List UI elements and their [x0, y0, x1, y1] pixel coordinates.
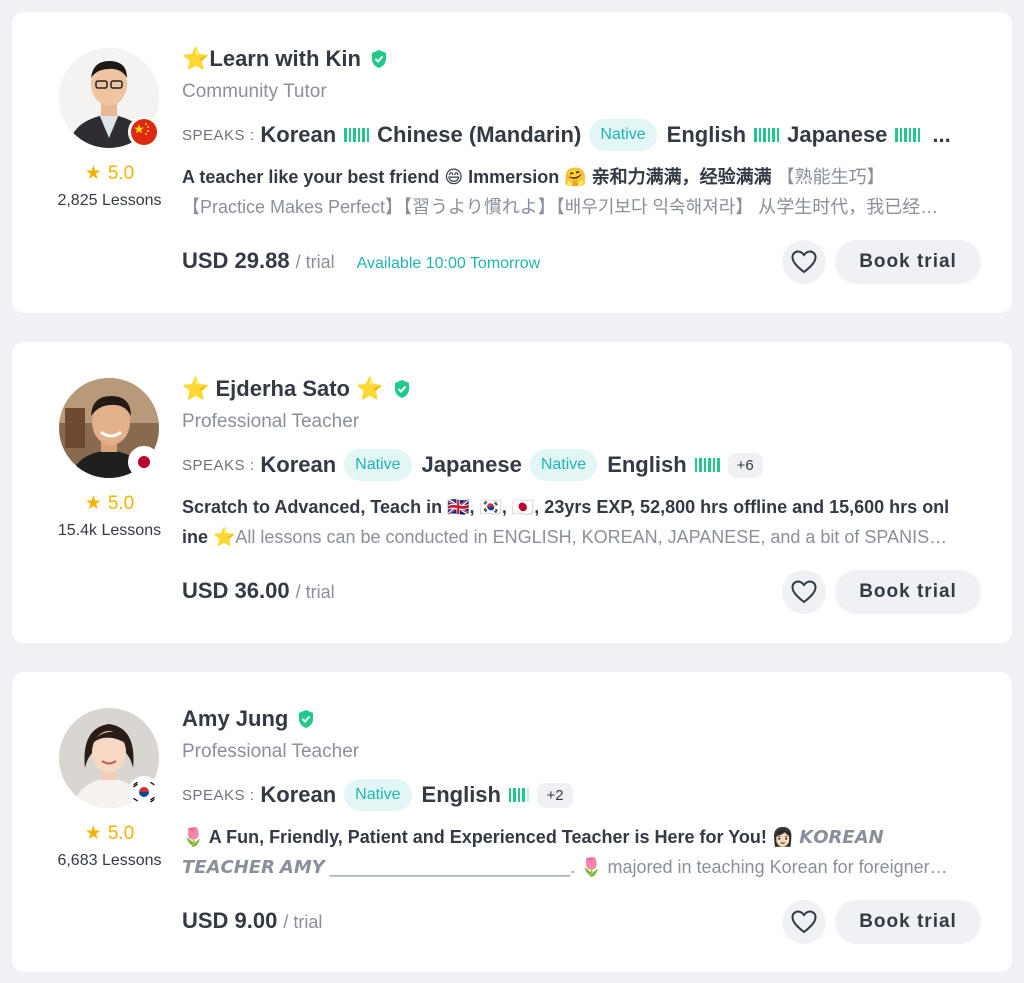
price-row: USD 29.88 / trial Available 10:00 Tomorr…	[182, 248, 540, 274]
favorite-button[interactable]	[782, 240, 826, 284]
verified-badge-icon	[394, 380, 409, 398]
more-languages-badge[interactable]: +2	[537, 782, 573, 808]
language-name: Japanese	[787, 122, 888, 147]
tutor-role: Professional Teacher	[182, 411, 360, 432]
language-name: English	[607, 452, 687, 477]
price-row: USD 9.00 / trial	[182, 908, 322, 934]
rating: ★ 5.0	[12, 492, 207, 515]
heart-icon	[791, 250, 817, 274]
proficiency-bars	[508, 788, 530, 802]
tutor-role: Professional Teacher	[182, 741, 360, 762]
tutor-card[interactable]: ★ 5.0 15.4k Lessons ⭐ Ejderha Sato ⭐ Prof…	[12, 342, 1012, 643]
more-languages[interactable]: ...	[932, 122, 950, 148]
tutor-name[interactable]: ⭐Learn with Kin	[182, 46, 389, 72]
language-name: Korean	[260, 782, 337, 807]
rating-value: 5.0	[107, 163, 135, 184]
rating: ★ 5.0	[12, 162, 207, 185]
price: USD 36.00	[182, 578, 290, 603]
language-name: English	[666, 122, 747, 147]
language-name: Japanese	[421, 452, 522, 477]
tutor-name-text[interactable]: ⭐Learn with Kin	[182, 46, 361, 72]
availability: Available 10:00 Tomorrow	[356, 255, 541, 272]
lesson-count: 2,825 Lessons	[57, 192, 162, 209]
speaks-label: SPEAKS :	[182, 786, 255, 804]
verified-badge-icon	[299, 710, 314, 728]
rating-value: 5.0	[107, 823, 135, 844]
tutor-name-text[interactable]: ⭐ Ejderha Sato ⭐	[182, 376, 384, 402]
languages-row: SPEAKS : Korean Chinese (Mandarin) Nativ…	[182, 118, 951, 152]
heart-icon	[791, 580, 817, 604]
south-korea-flag-icon	[128, 776, 160, 808]
price-row: USD 36.00 / trial	[182, 578, 335, 604]
languages-row: SPEAKS : Korean Native English +2	[182, 778, 573, 812]
heart-icon	[791, 910, 817, 934]
price: USD 29.88	[182, 248, 290, 273]
native-badge: Native	[344, 779, 412, 811]
rating-value: 5.0	[107, 493, 135, 514]
speaks-label: SPEAKS :	[182, 126, 255, 144]
tutor-role: Community Tutor	[182, 81, 327, 102]
language-name: English	[421, 782, 501, 807]
tutor-name-text[interactable]: Amy Jung	[182, 706, 288, 732]
description-headline: A teacher like your best friend 😄 Immers…	[182, 167, 772, 187]
price: USD 9.00	[182, 908, 278, 933]
tutor-name[interactable]: ⭐ Ejderha Sato ⭐	[182, 376, 412, 402]
tutor-name[interactable]: Amy Jung	[182, 706, 316, 732]
avatar[interactable]	[59, 48, 160, 148]
lesson-count: 15.4k Lessons	[57, 522, 162, 539]
description-headline: ine ⭐	[182, 527, 236, 547]
tutor-description: A teacher like your best friend 😄 Immers…	[182, 162, 982, 222]
description-text: 𝙏𝙀𝘼𝘾𝙃𝙀𝙍 𝘼𝙈𝙔 ________________________. 🌷 …	[182, 857, 948, 877]
proficiency-bars	[895, 128, 921, 142]
tutor-description: 🌷 A Fun, Friendly, Patient and Experienc…	[182, 822, 982, 882]
native-badge: Native	[589, 119, 657, 151]
book-trial-button[interactable]: Book trial	[835, 240, 981, 284]
book-trial-button[interactable]: Book trial	[835, 570, 981, 614]
favorite-button[interactable]	[782, 900, 826, 944]
china-flag-icon	[128, 116, 160, 148]
description-text: 【Practice Makes Perfect】【習うより慣れよ】【배우기보다 …	[182, 197, 939, 217]
star-icon: ★	[84, 493, 102, 514]
description-text: All lessons can be conducted in ENGLISH,…	[235, 527, 948, 547]
native-badge: Native	[529, 449, 598, 481]
price-unit: / trial	[295, 582, 335, 602]
price-unit: / trial	[283, 912, 323, 932]
japan-flag-icon	[128, 446, 160, 478]
description-headline: 🌷 A Fun, Friendly, Patient and Experienc…	[182, 827, 795, 847]
proficiency-bars	[754, 128, 780, 142]
star-icon: ★	[84, 823, 102, 844]
language-name: Chinese (Mandarin)	[377, 122, 582, 147]
languages-row: SPEAKS : Korean Native Japanese Native E…	[182, 448, 763, 482]
tutor-card[interactable]: ★ 5.0 6,683 Lessons Amy Jung Professional…	[12, 672, 1012, 972]
avatar[interactable]	[59, 708, 160, 808]
price-unit: / trial	[295, 252, 335, 272]
description-text: 𝙆𝙊𝙍𝙀𝘼𝙉	[794, 827, 884, 847]
verified-badge-icon	[371, 50, 386, 68]
description-text: 【熟能生巧】	[771, 167, 885, 187]
tutor-card[interactable]: ★ 5.0 2,825 Lessons ⭐Learn with Kin Commu…	[12, 12, 1012, 313]
speaks-label: SPEAKS :	[182, 456, 255, 474]
language-name: Korean	[260, 452, 337, 477]
description-headline: Scratch to Advanced, Teach in 🇬🇧, 🇰🇷, 🇯🇵…	[182, 497, 950, 517]
star-icon: ★	[84, 163, 102, 184]
native-badge: Native	[344, 449, 412, 481]
more-languages-badge[interactable]: +6	[727, 452, 763, 478]
avatar[interactable]	[59, 378, 160, 478]
proficiency-bars	[344, 128, 370, 142]
proficiency-bars	[694, 458, 720, 472]
tutor-description: Scratch to Advanced, Teach in 🇬🇧, 🇰🇷, 🇯🇵…	[182, 492, 982, 552]
rating: ★ 5.0	[12, 822, 207, 845]
language-name: Korean	[260, 122, 337, 147]
lesson-count: 6,683 Lessons	[57, 852, 162, 869]
favorite-button[interactable]	[782, 570, 826, 614]
book-trial-button[interactable]: Book trial	[835, 900, 981, 944]
